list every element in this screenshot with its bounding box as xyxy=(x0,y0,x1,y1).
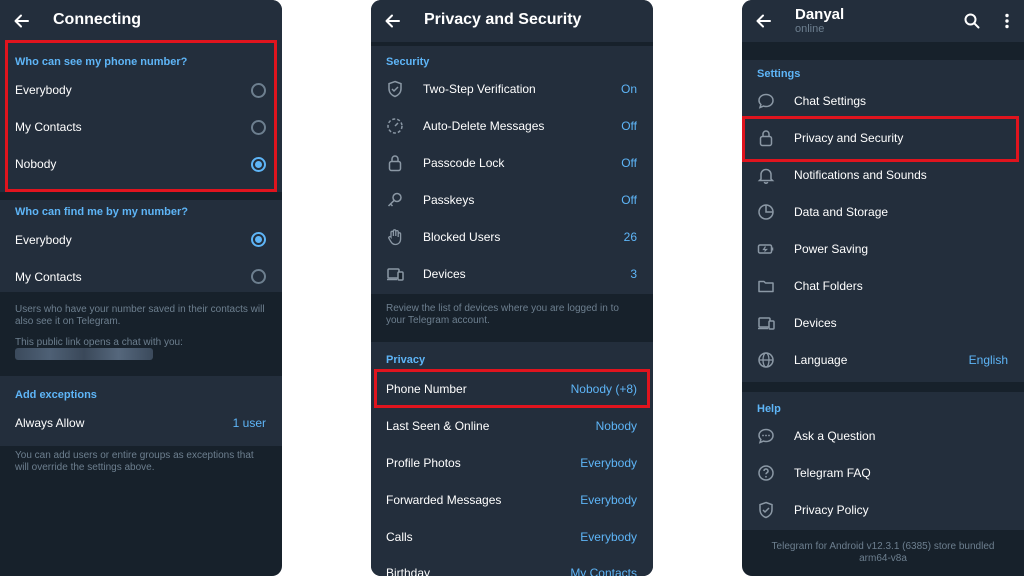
row-label: Language xyxy=(794,353,848,367)
section-title: Privacy xyxy=(386,354,426,366)
row-label: Last Seen & Online xyxy=(386,419,490,433)
row-value: 26 xyxy=(623,230,637,244)
row-value: My Contacts xyxy=(570,566,637,576)
row-label: Profile Photos xyxy=(386,456,461,470)
search-icon[interactable] xyxy=(962,11,982,31)
row-value: Everybody xyxy=(580,456,637,470)
row-label: Privacy Policy xyxy=(794,503,869,517)
row-label: Auto-Delete Messages xyxy=(423,119,545,133)
devices-hint: Review the list of devices where you are… xyxy=(386,303,619,326)
bell-icon xyxy=(756,165,776,185)
row-label: Birthday xyxy=(386,566,431,576)
red-highlight-box xyxy=(742,116,1019,162)
row-label: Devices xyxy=(423,267,466,281)
lock-icon xyxy=(385,153,405,173)
key-icon xyxy=(385,190,405,210)
top-bar: Connecting xyxy=(0,0,282,42)
row-label: Ask a Question xyxy=(794,429,876,443)
row-label: Devices xyxy=(794,316,837,330)
folder-icon xyxy=(756,276,776,296)
row-label: Blocked Users xyxy=(423,230,501,244)
back-arrow-icon[interactable] xyxy=(754,11,774,31)
row-label: Notifications and Sounds xyxy=(794,168,927,182)
row-value: Everybody xyxy=(580,493,637,507)
privacy-security-panel: Privacy and Security Security Two-Step V… xyxy=(371,0,653,576)
row-value: Nobody xyxy=(595,419,637,433)
page-title: Connecting xyxy=(53,11,141,28)
page-title: Privacy and Security xyxy=(424,11,582,28)
row-value: Off xyxy=(621,119,637,133)
section-title: Help xyxy=(757,403,781,415)
radio-button-selected[interactable] xyxy=(251,232,266,247)
question-icon xyxy=(756,463,776,483)
red-highlight-box xyxy=(374,369,650,408)
devices-icon xyxy=(756,313,776,333)
row-value: 3 xyxy=(630,267,637,281)
chat-bubble-icon xyxy=(756,91,776,111)
radio-button[interactable] xyxy=(251,269,266,284)
phone-number-privacy-panel: Connecting Who can see my phone number? … xyxy=(0,0,282,576)
chat-dots-icon xyxy=(756,426,776,446)
settings-section xyxy=(742,60,1024,382)
section-title: Settings xyxy=(757,68,801,80)
row-label: Forwarded Messages xyxy=(386,493,502,507)
help-section xyxy=(742,392,1024,530)
section-title: Who can find me by my number? xyxy=(15,206,188,218)
row-value: On xyxy=(620,82,637,96)
blurred-public-link[interactable] xyxy=(15,348,153,360)
row-label: Always Allow xyxy=(15,416,85,430)
row-label: Chat Settings xyxy=(794,94,867,108)
back-arrow-icon[interactable] xyxy=(12,11,32,31)
section-title: Add exceptions xyxy=(15,389,97,401)
option-label: Everybody xyxy=(15,233,72,247)
row-label: Passkeys xyxy=(423,193,475,207)
version-arch: arm64-v8a xyxy=(859,553,907,564)
row-label: Telegram FAQ xyxy=(794,466,871,480)
row-label: Chat Folders xyxy=(794,279,863,293)
exceptions-hint: You can add users or entire groups as ex… xyxy=(15,450,254,473)
version-info: Telegram for Android v12.3.1 (6385) stor… xyxy=(771,541,995,552)
hand-icon xyxy=(385,227,405,247)
user-name: Danyal xyxy=(795,6,845,23)
pie-chart-icon xyxy=(756,202,776,222)
battery-icon xyxy=(756,239,776,259)
row-label: Two-Step Verification xyxy=(423,82,536,96)
row-label: Data and Storage xyxy=(794,205,889,219)
option-label: My Contacts xyxy=(15,270,82,284)
top-bar: Privacy and Security xyxy=(371,0,653,42)
shield-check-icon xyxy=(756,500,776,520)
shield-check-icon xyxy=(385,79,405,99)
user-status: online xyxy=(795,23,825,35)
back-arrow-icon[interactable] xyxy=(383,11,403,31)
top-bar: Danyal online xyxy=(742,0,1024,42)
devices-icon xyxy=(385,264,405,284)
timer-icon xyxy=(385,116,405,136)
section-title: Security xyxy=(386,56,430,68)
row-value: Off xyxy=(621,156,637,170)
more-menu-icon[interactable] xyxy=(997,11,1017,31)
exceptions-section xyxy=(0,376,282,446)
row-label: Power Saving xyxy=(794,242,869,256)
row-value: Off xyxy=(621,193,637,207)
row-value: 1 user xyxy=(232,416,266,430)
row-value: English xyxy=(968,353,1008,367)
row-label: Passcode Lock xyxy=(423,156,505,170)
saved-contacts-hint: Users who have your number saved in thei… xyxy=(15,304,265,327)
red-highlight-box xyxy=(5,40,277,192)
settings-panel: Danyal online Settings Chat Settings Pri… xyxy=(742,0,1024,576)
row-label: Calls xyxy=(386,530,413,544)
globe-icon xyxy=(756,350,776,370)
row-value: Everybody xyxy=(580,530,637,544)
